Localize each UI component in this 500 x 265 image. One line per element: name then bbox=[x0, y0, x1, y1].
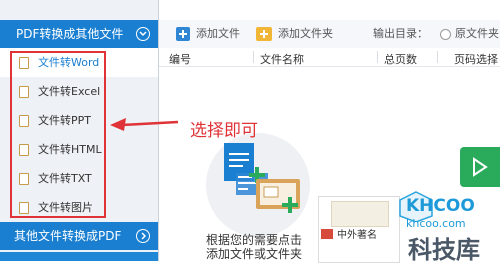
preview-label: 中外著名 bbox=[337, 230, 377, 241]
column-divider bbox=[377, 51, 378, 63]
sidebar-section-more[interactable] bbox=[0, 252, 158, 261]
column-header-filename: 文件名称 bbox=[260, 53, 304, 66]
file-table-header: 编号 文件名称 总页数 页码选择 bbox=[159, 48, 500, 67]
hint-line-1: 根据您的需要点击 bbox=[206, 233, 303, 247]
add-folder-label: 添加文件夹 bbox=[278, 27, 333, 40]
watermark-logo: KHCOO khcoo.com 科技库 bbox=[398, 190, 500, 264]
add-file-label: 添加文件 bbox=[196, 27, 240, 40]
column-header-total-pages: 总页数 bbox=[384, 53, 417, 66]
sidebar-section-label: 其他文件转换成PDF bbox=[14, 229, 122, 243]
files-illustration-icon bbox=[224, 143, 300, 213]
play-icon bbox=[473, 157, 488, 177]
column-header-number: 编号 bbox=[169, 53, 191, 66]
output-dir-label: 输出目录： bbox=[373, 27, 428, 40]
annotation-highlight-box bbox=[10, 51, 106, 218]
annotation-text: 选择即可 bbox=[190, 121, 258, 141]
add-folder-icon bbox=[256, 27, 272, 41]
sidebar-section-pdf-to-other[interactable]: PDF转换成其他文件 bbox=[0, 20, 158, 48]
hint-line-2: 添加文件或文件夹 bbox=[206, 247, 303, 261]
column-divider bbox=[437, 51, 438, 63]
sidebar-section-label: PDF转换成其他文件 bbox=[16, 27, 124, 41]
watermark-cn-name: 科技库 bbox=[408, 236, 480, 264]
output-option-label: 原文件夹 bbox=[455, 27, 499, 40]
watermark-site: khcoo.com bbox=[406, 217, 466, 230]
watermark-brand: KHCOO bbox=[406, 196, 475, 216]
file-preview-thumbnail: 中外著名 bbox=[318, 196, 400, 263]
sidebar-section-other-to-pdf[interactable]: 其他文件转换成PDF bbox=[0, 222, 158, 250]
chevron-down-icon[interactable] bbox=[136, 27, 150, 41]
pdf-badge-icon bbox=[321, 229, 333, 239]
toolbar: 添加文件 添加文件夹 输出目录： 原文件夹 bbox=[159, 20, 500, 49]
column-header-page-select: 页码选择 bbox=[454, 53, 498, 66]
add-file-icon bbox=[176, 27, 190, 41]
annotation-arrow-icon bbox=[110, 118, 179, 131]
column-divider bbox=[253, 51, 254, 63]
radio-button[interactable] bbox=[440, 29, 451, 40]
empty-state-hint: 根据您的需要点击 添加文件或文件夹 bbox=[206, 233, 302, 261]
play-button[interactable] bbox=[460, 147, 500, 187]
chevron-right-icon[interactable] bbox=[136, 229, 150, 243]
preview-stack-icon bbox=[331, 201, 389, 227]
